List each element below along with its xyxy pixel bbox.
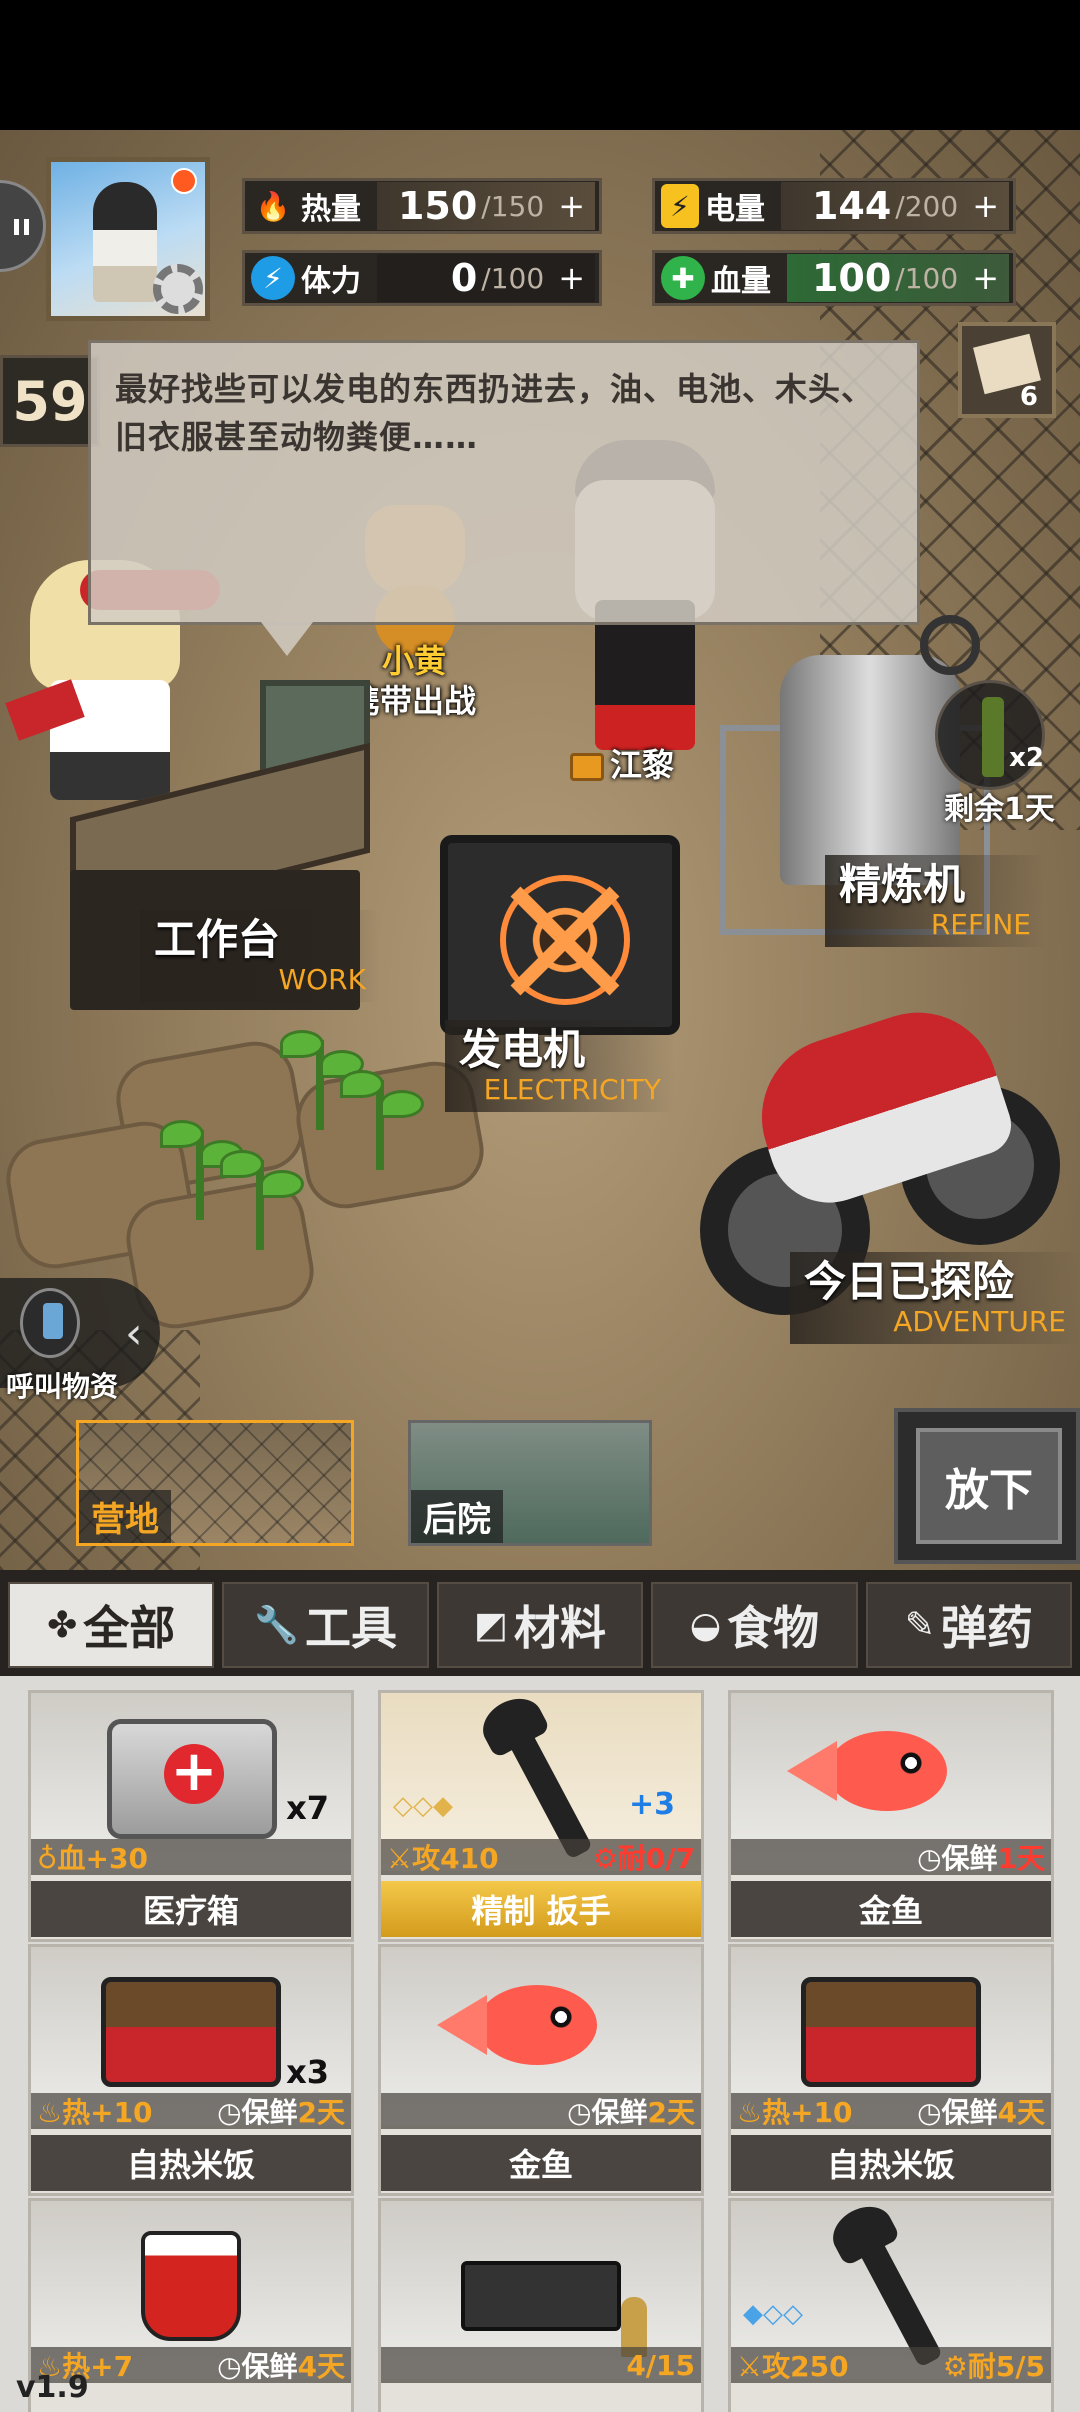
- rice-box-icon: [801, 1977, 981, 2087]
- refine-label[interactable]: 精炼机 REFINE: [825, 855, 1045, 947]
- day-number: 59: [12, 369, 88, 433]
- sprout: [340, 1060, 424, 1170]
- heat-plus-button[interactable]: +: [558, 187, 585, 225]
- fan-icon: [500, 875, 630, 1005]
- day-counter: 59: [0, 355, 100, 447]
- sprout: [220, 1140, 304, 1250]
- wrench-icon: 🔧: [254, 1605, 300, 1646]
- wrench-icon: [844, 2214, 944, 2368]
- health-value: 100 /100 +: [787, 254, 1009, 302]
- stamina-value: 0 /100 +: [377, 254, 595, 302]
- refine-count: x2: [1009, 743, 1044, 773]
- heat-value: 150 /150 +: [377, 182, 595, 230]
- food-icon: ◒: [689, 1604, 722, 1646]
- mail-button[interactable]: 6: [958, 322, 1056, 418]
- notification-dot: [171, 168, 197, 194]
- power-plus-button[interactable]: +: [972, 187, 999, 225]
- inventory-item-goldfish[interactable]: ◷保鲜1天 金鱼: [728, 1690, 1054, 1942]
- stamina-stat[interactable]: ⚡ 体力 0 /100 +: [242, 250, 602, 306]
- goldfish-icon: [437, 1985, 597, 2065]
- generator-label[interactable]: 发电机 ELECTRICITY: [445, 1020, 675, 1112]
- power-label: 电量: [705, 192, 765, 227]
- quality-diamonds: ◆◇◇: [743, 2299, 803, 2329]
- workbench-label[interactable]: 工作台 WORK: [140, 910, 380, 1002]
- battery-icon: ⚡: [661, 184, 699, 228]
- dialog-bubble[interactable]: 最好找些可以发电的东西扔进去，油、电池、木头、旧衣服甚至动物粪便……: [88, 340, 920, 656]
- generator[interactable]: [440, 815, 690, 1045]
- version-label: v1.9: [16, 2370, 89, 2405]
- noodle-cup-icon: [141, 2231, 241, 2341]
- rice-box-icon: [101, 1977, 281, 2087]
- tab-tools[interactable]: 🔧 工具: [222, 1582, 429, 1668]
- location-tab-camp[interactable]: 营地: [76, 1420, 354, 1546]
- health-label: 血量: [711, 264, 771, 299]
- refine-remaining: 剩余1天: [944, 792, 1055, 827]
- tab-ammo[interactable]: ✎ 弹药: [865, 1582, 1073, 1668]
- power-value: 144 /200 +: [781, 182, 1009, 230]
- oil-bottle-icon[interactable]: x2: [935, 680, 1045, 790]
- heat-label: 热量: [301, 192, 361, 227]
- inventory-item-goldfish[interactable]: ◷保鲜2天 金鱼: [378, 1944, 704, 2196]
- goldfish-icon: [787, 1731, 947, 1811]
- avatar-photo: [93, 182, 157, 302]
- chevron-left-icon[interactable]: ‹: [125, 1308, 143, 1359]
- blood-drop-icon: ✚: [661, 256, 705, 300]
- inventory-item-medkit[interactable]: x7 ♁血+30 医疗箱: [28, 1690, 354, 1942]
- dialog-text: 最好找些可以发电的东西扔进去，油、电池、木头、旧衣服甚至动物粪便……: [115, 370, 875, 456]
- mail-count: 6: [1019, 382, 1038, 412]
- ammo-box-icon: [461, 2261, 647, 2357]
- tab-materials[interactable]: ◩ 材料: [436, 1582, 644, 1668]
- inventory-item-wrench[interactable]: ◆◇◇ ⚔攻250 ⚙耐5/5: [728, 2198, 1054, 2412]
- health-stat[interactable]: ✚ 血量 100 /100 +: [652, 250, 1016, 306]
- location-tab-backyard[interactable]: 后院: [408, 1420, 652, 1546]
- walkie-talkie-icon: [20, 1288, 80, 1358]
- inventory-item-self-heating-rice[interactable]: x3 ♨热+10 ◷保鲜2天 自热米饭: [28, 1944, 354, 2196]
- wrench-icon: [494, 1706, 594, 1860]
- tab-all[interactable]: ✤ 全部: [8, 1582, 215, 1668]
- inventory-item-self-heating-rice[interactable]: ♨热+10 ◷保鲜4天 自热米饭: [728, 1944, 1054, 2196]
- tab-food[interactable]: ◒ 食物: [651, 1582, 858, 1668]
- stamina-plus-button[interactable]: +: [558, 259, 585, 297]
- status-bar: [0, 0, 1080, 130]
- avatar[interactable]: [46, 157, 210, 321]
- chat-icon: [12, 217, 32, 237]
- stamina-label: 体力: [301, 264, 361, 299]
- call-supply-label: 呼叫物资: [6, 1370, 119, 1403]
- bullet-icon: ✎: [904, 1604, 935, 1646]
- chest-icon: [570, 753, 604, 781]
- gear-icon[interactable]: [153, 264, 203, 314]
- box-icon: ◩: [474, 1604, 509, 1646]
- heat-stat[interactable]: 🔥 热量 150 /150 +: [242, 178, 602, 234]
- quality-diamonds: ◇◇◆: [393, 1791, 453, 1821]
- health-plus-button[interactable]: +: [972, 259, 999, 297]
- inventory-grid: x7 ♁血+30 医疗箱 ◇◇◆ +3 ⚔攻410⚙耐0/7 精制 扳手 ◷保鲜…: [0, 1676, 1080, 2412]
- officer-name-tag: 江黎: [570, 740, 674, 786]
- inventory-item-wrench[interactable]: ◇◇◆ +3 ⚔攻410 ⚙耐0/7 精制 扳手: [378, 1690, 704, 1942]
- category-tabs: ✤ 全部 🔧 工具 ◩ 材料 ◒ 食物 ✎ 弹药: [0, 1570, 1080, 1676]
- grid-icon: ✤: [47, 1604, 78, 1646]
- lightning-icon: ⚡: [251, 256, 295, 300]
- adventure-label[interactable]: 今日已探险 ADVENTURE: [790, 1252, 1080, 1344]
- medkit-icon: [107, 1719, 277, 1839]
- inventory-item-ammo[interactable]: 4/15: [378, 2198, 704, 2412]
- power-stat[interactable]: ⚡ 电量 144 /200 +: [652, 178, 1016, 234]
- flame-icon: 🔥: [255, 189, 291, 223]
- drop-button[interactable]: 放下: [894, 1408, 1080, 1564]
